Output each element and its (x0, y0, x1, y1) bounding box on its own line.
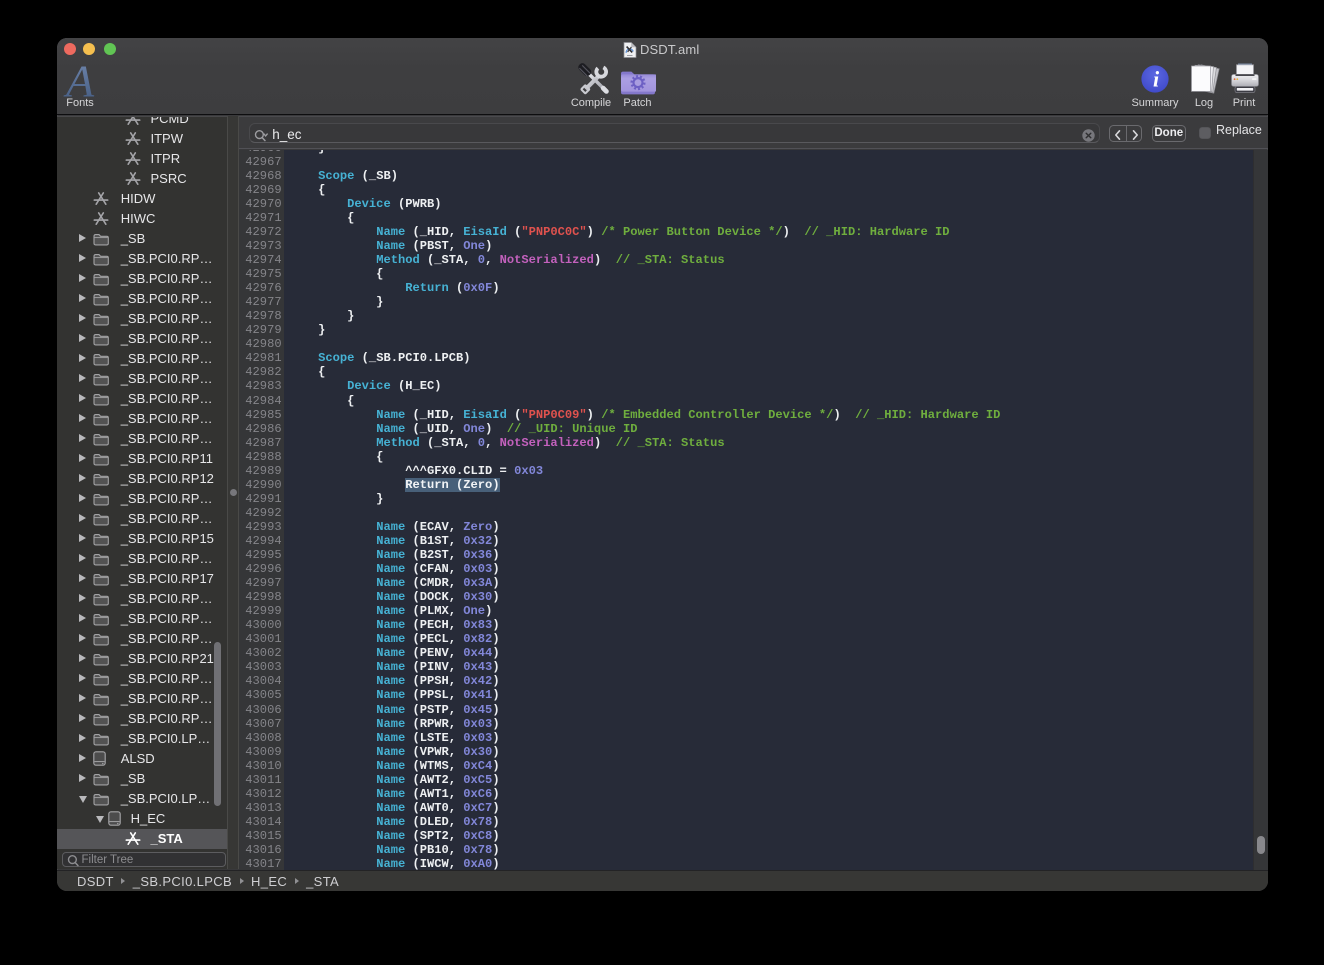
svg-text:i: i (1153, 67, 1160, 92)
